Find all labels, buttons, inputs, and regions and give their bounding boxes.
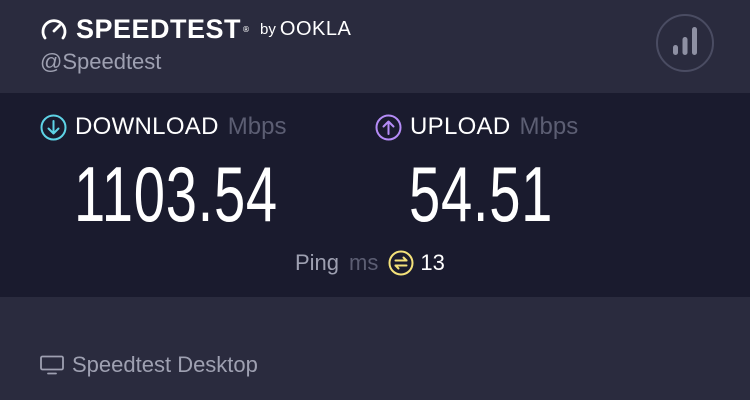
- ookla-logo: OOKLA: [279, 18, 352, 40]
- upload-header: UPLOAD Mbps: [375, 113, 578, 141]
- upload-label: UPLOAD: [410, 113, 511, 140]
- upload-value: 54.51: [409, 150, 554, 238]
- speedtest-desktop-link[interactable]: Speedtest Desktop: [40, 352, 258, 378]
- bar-chart-icon: [672, 26, 698, 60]
- by-text: by: [260, 21, 276, 38]
- download-unit: Mbps: [227, 113, 287, 140]
- ping-metric: Ping ms 13: [295, 250, 445, 276]
- download-header: DOWNLOAD Mbps: [40, 113, 286, 141]
- upload-unit: Mbps: [519, 113, 579, 140]
- speedtest-logo: SPEEDTEST ® by OOKLA: [40, 14, 351, 45]
- download-metric: DOWNLOAD Mbps 1103.54: [40, 113, 286, 238]
- account-handle: @Speedtest: [40, 49, 162, 74]
- brand-name: SPEEDTEST: [76, 14, 242, 44]
- arrow-down-circle-icon: [40, 114, 67, 141]
- gauge-icon: [40, 16, 68, 44]
- arrow-up-circle-icon: [375, 114, 402, 141]
- results-button[interactable]: [656, 14, 714, 72]
- download-label: DOWNLOAD: [75, 113, 219, 140]
- ping-unit: ms: [349, 250, 379, 275]
- upload-metric: UPLOAD Mbps 54.51: [375, 113, 578, 238]
- speedtest-desktop-label: Speedtest Desktop: [72, 352, 258, 377]
- ping-icon: [388, 250, 414, 276]
- ping-label: Ping: [295, 250, 340, 275]
- header: SPEEDTEST ® by OOKLA @Speedtest: [0, 0, 750, 93]
- desktop-icon: [40, 355, 64, 375]
- download-value: 1103.54: [74, 150, 278, 238]
- results-panel: DOWNLOAD Mbps 1103.54 UPLOAD Mbps 54.51 …: [0, 93, 750, 297]
- trademark: ®: [242, 25, 251, 34]
- ping-value: 13: [420, 250, 445, 275]
